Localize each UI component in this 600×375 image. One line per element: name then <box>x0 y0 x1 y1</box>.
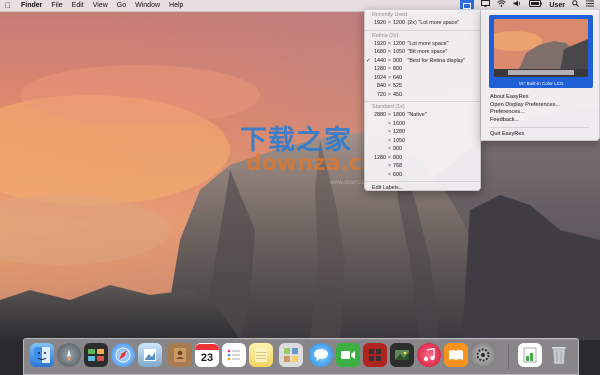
menu-view[interactable]: View <box>93 0 108 12</box>
menu-edit[interactable]: Edit <box>72 0 84 12</box>
menu-item-preferences[interactable]: Preferences... <box>490 109 589 117</box>
trash-icon[interactable] <box>547 343 571 367</box>
menu-item-resolution[interactable]: 2880 × 1800 "Native" <box>365 111 480 120</box>
checkmark-icon: ✓ <box>366 57 371 64</box>
width-value: 1920 <box>374 40 386 47</box>
menu-item-open-display-preferences[interactable]: Open Display Preferences... <box>490 102 589 110</box>
resolution-note: "Lot more space" <box>407 40 449 47</box>
photo-booth-2-icon[interactable] <box>363 343 387 367</box>
height-value: 1800 <box>393 112 405 118</box>
photos-icon[interactable] <box>390 343 414 367</box>
ibooks-icon[interactable] <box>444 343 468 367</box>
width-value: 1680 <box>374 49 386 55</box>
menu-item-resolution[interactable]: 1920 × 1200 "Lot more space" <box>365 40 480 49</box>
height-value: 768 <box>393 163 402 169</box>
resolution-note: "Native" <box>407 112 427 118</box>
reminders-icon[interactable] <box>222 343 246 367</box>
mission-control-icon[interactable] <box>84 343 108 367</box>
safari-icon[interactable] <box>111 343 135 367</box>
menu-file[interactable]: File <box>51 0 62 12</box>
finder-icon[interactable] <box>30 343 54 367</box>
menu-separator <box>365 29 480 31</box>
launchpad-icon[interactable] <box>57 343 81 367</box>
easyres-panel: 15" Built-in Color LCD About EasyRes Ope… <box>481 9 600 141</box>
height-value: 1200 <box>393 20 405 26</box>
itunes-icon[interactable] <box>417 343 441 367</box>
preview-icon[interactable] <box>138 343 162 367</box>
display-preview-image <box>494 19 588 77</box>
documents-icon[interactable] <box>518 343 542 367</box>
section-header-standard: Standard (1x) <box>372 104 405 110</box>
system-preferences-icon[interactable] <box>471 343 495 367</box>
menu-item-resolution[interactable]: 720 × 450 <box>365 91 480 100</box>
width-value: 840 <box>377 83 386 89</box>
menu-app-name[interactable]: Finder <box>21 0 42 12</box>
menu-item-resolution[interactable]: × 600 <box>365 171 480 180</box>
width-value: 720 <box>377 91 386 98</box>
messages-icon[interactable] <box>309 343 333 367</box>
menu-item-feedback[interactable]: Feedback... <box>490 117 589 125</box>
display-caption: 15" Built-in Color LCD <box>518 81 564 86</box>
height-value: 640 <box>393 74 402 81</box>
menu-item-resolution[interactable]: 1280 × 800 <box>365 154 480 163</box>
scale-suffix: (2x) <box>407 20 417 26</box>
facetime-icon[interactable] <box>336 343 360 367</box>
menu-item-quit[interactable]: Quit EasyRes <box>490 131 589 139</box>
section-header-recent: Recently Used <box>372 12 408 18</box>
menu-separator <box>489 127 589 128</box>
height-value: 525 <box>393 83 402 89</box>
menu-item-about[interactable]: About EasyRes <box>490 94 589 102</box>
height-value: 1200 <box>393 40 405 47</box>
menu-item-resolution[interactable]: 1280 × 800 <box>365 65 480 74</box>
menu-item-resolution-selected[interactable]: ✓ 1440 × 900 "Best for Retina display" <box>365 57 480 66</box>
height-value: 900 <box>393 146 402 152</box>
menu-item-resolution[interactable]: × 1600 <box>365 120 480 129</box>
menu-item-edit-labels[interactable]: Edit Labels... <box>365 184 480 193</box>
width-value: 1440 <box>374 57 386 64</box>
section-header-retina: Retina (2x) <box>372 32 399 39</box>
resolution-note: "Bit more space" <box>407 49 448 55</box>
width-value: 1280 <box>374 154 386 161</box>
menu-item-resolution[interactable]: × 1280 <box>365 128 480 137</box>
dock-separator <box>508 344 509 370</box>
height-value: 800 <box>393 66 402 72</box>
calendar-icon[interactable]: 23 <box>195 343 219 367</box>
dock: 23 <box>23 338 579 375</box>
height-value: 1280 <box>393 129 405 135</box>
apple-menu-icon[interactable]:  <box>5 1 15 11</box>
menu-item-resolution[interactable]: × 900 <box>365 145 480 154</box>
height-value: 450 <box>393 91 402 98</box>
width-value: 1280 <box>374 66 386 72</box>
display-preview[interactable]: 15" Built-in Color LCD <box>489 15 593 88</box>
menu-go[interactable]: Go <box>117 0 126 12</box>
resolution-note: "Best for Retina display" <box>407 57 466 64</box>
width-value: 1920 <box>374 20 386 26</box>
menu-help[interactable]: Help <box>169 0 183 12</box>
height-value: 1600 <box>393 120 405 127</box>
resolution-menu: Recently Used 1920 × 1200 (2x) "Lot more s… <box>364 9 481 191</box>
menu-item-resolution[interactable]: 1680 × 1050 "Bit more space" <box>365 48 480 57</box>
menu-item-resolution[interactable]: 840 × 525 <box>365 82 480 91</box>
height-value: 900 <box>393 57 402 64</box>
watermark-url-text: downza.cn <box>246 151 378 176</box>
menu-window[interactable]: Window <box>135 0 160 12</box>
menu-item-resolution[interactable]: 1024 × 640 <box>365 74 480 83</box>
calendar-day: 23 <box>200 352 214 364</box>
menu-separator <box>365 181 480 182</box>
width-value: 1024 <box>374 74 386 81</box>
menu-item-resolution[interactable]: × 768 <box>365 162 480 171</box>
height-value: 1050 <box>393 137 405 144</box>
contacts-icon[interactable] <box>168 343 192 367</box>
menu-separator <box>365 101 480 102</box>
menu-item-resolution[interactable]: × 1050 <box>365 137 480 146</box>
height-value: 600 <box>393 171 402 178</box>
width-value: 2880 <box>374 112 386 118</box>
menu-item-resolution[interactable]: 1920 × 1200 (2x) "Lot more space" <box>365 19 480 28</box>
photo-booth-icon[interactable] <box>279 343 303 367</box>
resolution-note: "Lot more space" <box>418 20 460 26</box>
height-value: 800 <box>393 154 402 161</box>
height-value: 1050 <box>393 49 405 55</box>
notes-icon[interactable] <box>249 343 273 367</box>
